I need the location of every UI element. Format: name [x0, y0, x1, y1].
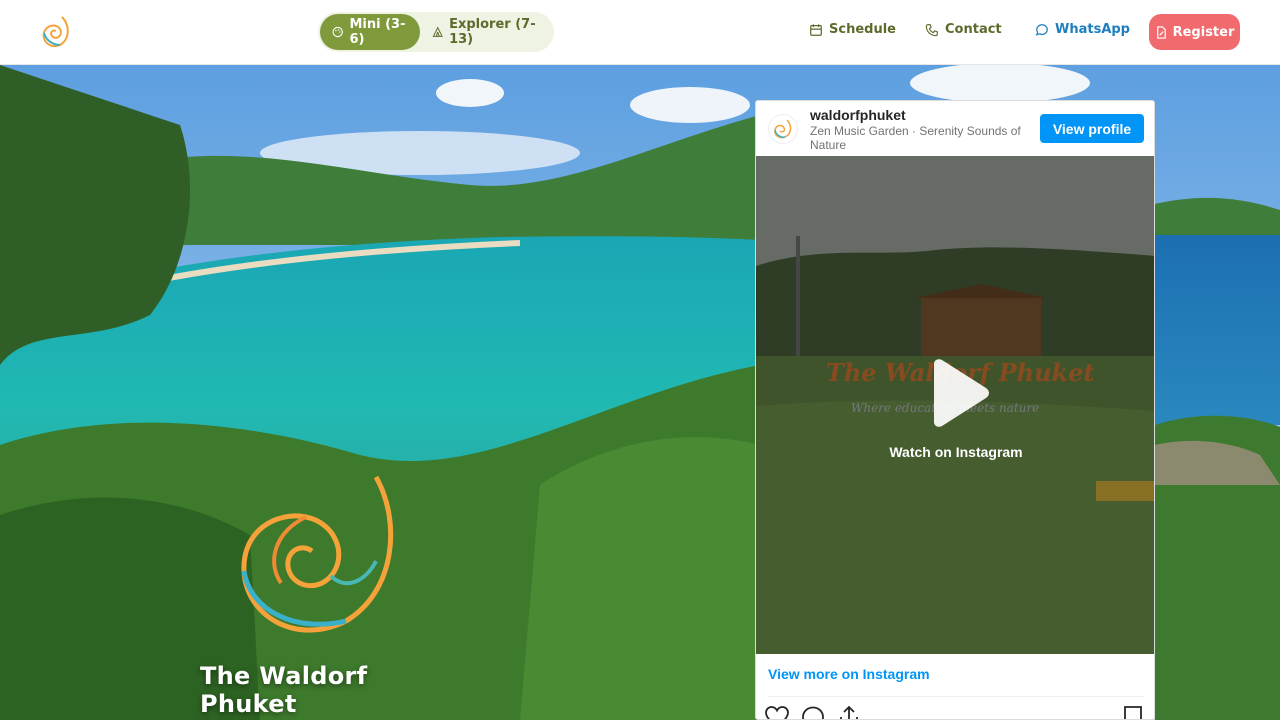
- tab-mini[interactable]: Mini (3-6): [320, 14, 420, 50]
- whatsapp-label: WhatsApp: [1055, 22, 1130, 37]
- view-profile-button[interactable]: View profile: [1040, 114, 1144, 143]
- tab-explorer[interactable]: Explorer (7-13): [420, 14, 552, 50]
- instagram-username[interactable]: waldorfphuket: [810, 107, 906, 123]
- waldorf-logo-icon: [774, 119, 792, 139]
- document-pen-icon: [1156, 25, 1166, 39]
- waldorf-logo-icon[interactable]: [40, 15, 72, 49]
- contact-label: Contact: [945, 22, 1002, 37]
- comment-icon[interactable]: [800, 704, 826, 719]
- schedule-label: Schedule: [829, 22, 896, 37]
- instagram-header: waldorfphuket Zen Music Garden · Serenit…: [756, 101, 1154, 156]
- register-button[interactable]: Register: [1149, 14, 1240, 50]
- schedule-link[interactable]: Schedule: [809, 22, 896, 37]
- contact-link[interactable]: Contact: [925, 22, 1002, 37]
- tab-mini-label: Mini (3-6): [349, 17, 406, 47]
- tent-icon: [432, 26, 443, 37]
- palette-icon: [332, 26, 343, 38]
- whatsapp-link[interactable]: WhatsApp: [1035, 22, 1130, 37]
- register-label: Register: [1172, 24, 1235, 40]
- view-more-link[interactable]: View more on Instagram: [768, 666, 930, 682]
- instagram-embed: waldorfphuket Zen Music Garden · Serenit…: [755, 100, 1155, 720]
- instagram-video[interactable]: The Waldorf Phuket Where education meets…: [756, 156, 1154, 654]
- calendar-icon: [810, 23, 822, 36]
- share-icon[interactable]: [836, 704, 862, 719]
- like-heart-icon[interactable]: [764, 704, 790, 719]
- instagram-actions: [764, 704, 862, 719]
- hero-title: The Waldorf Phuket: [200, 662, 368, 718]
- program-switcher: Mini (3-6) Explorer (7-13): [318, 12, 554, 52]
- phone-icon: [925, 23, 938, 36]
- watch-on-instagram-label[interactable]: Watch on Instagram: [756, 444, 1154, 460]
- top-navigation: Mini (3-6) Explorer (7-13) Schedule Cont…: [0, 0, 1280, 65]
- tab-explorer-label: Explorer (7-13): [449, 17, 536, 47]
- chat-bubble-icon: [1035, 23, 1048, 36]
- divider: [768, 696, 1144, 697]
- play-icon[interactable]: [924, 358, 992, 428]
- avatar[interactable]: [768, 114, 798, 144]
- waldorf-spiral-logo-icon: [241, 475, 394, 633]
- instagram-post-subtitle: Zen Music Garden · Serenity Sounds of Na…: [810, 124, 1021, 152]
- bookmark-icon[interactable]: [1122, 704, 1144, 720]
